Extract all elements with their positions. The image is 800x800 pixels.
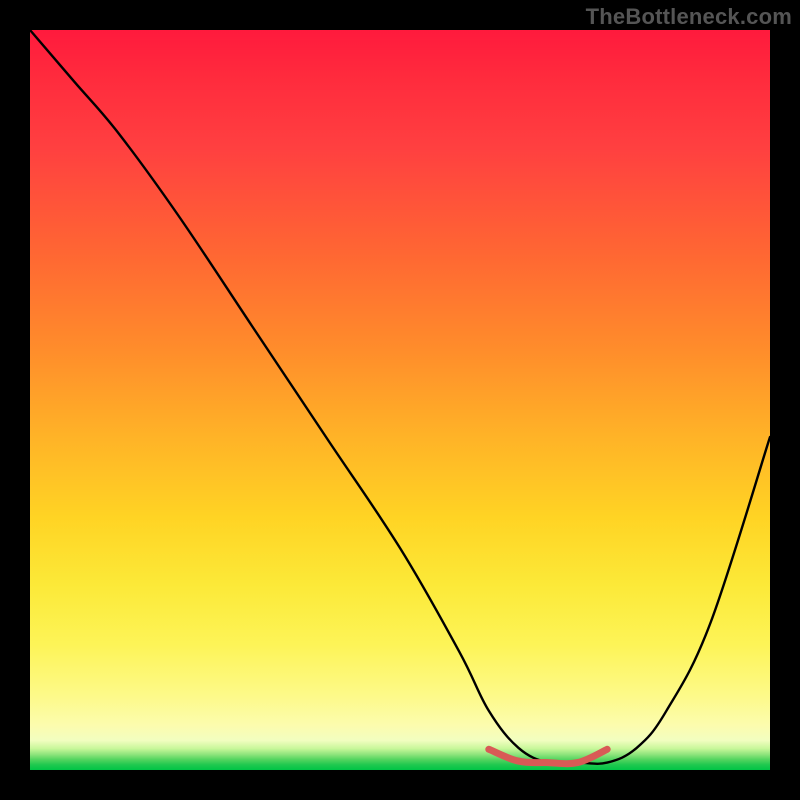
main-curve — [30, 30, 770, 764]
curves-layer — [30, 30, 770, 770]
attribution-text: TheBottleneck.com — [586, 4, 792, 30]
accent-segment — [489, 749, 607, 763]
chart-frame: TheBottleneck.com — [0, 0, 800, 800]
plot-area — [30, 30, 770, 770]
